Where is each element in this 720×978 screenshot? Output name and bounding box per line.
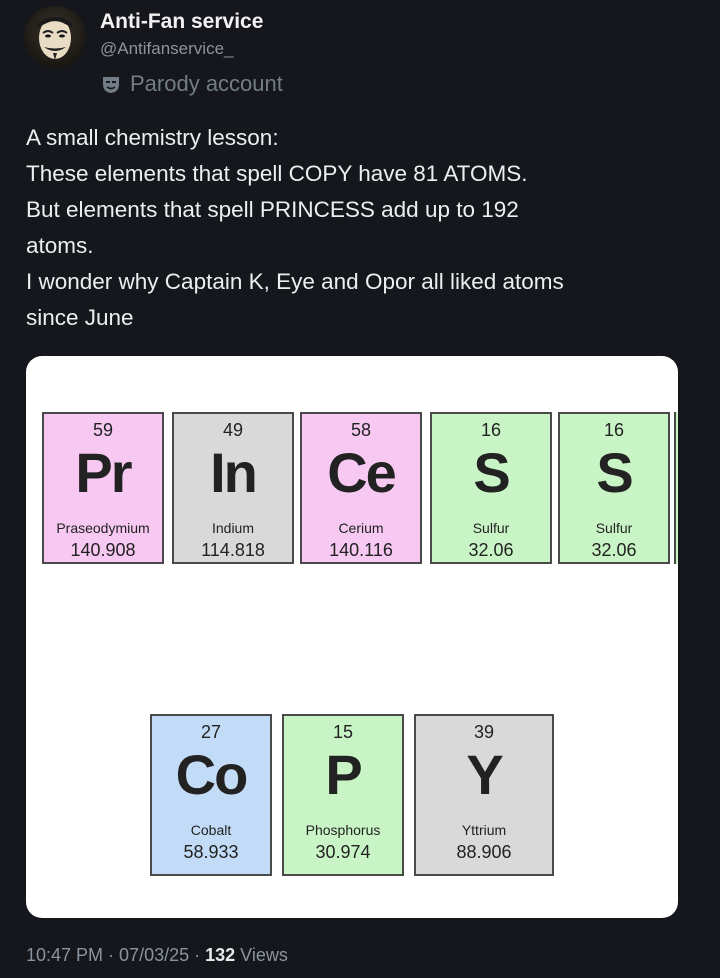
tweet-line: A small chemistry lesson: [26, 125, 279, 150]
element-symbol: S [596, 441, 633, 504]
element-name: Sulfur [595, 520, 633, 536]
element-symbol: P [325, 743, 362, 806]
parody-account-label: Parody account [100, 71, 283, 97]
tweet-line: These elements that spell COPY have 81 A… [26, 161, 528, 186]
element-symbol: Y [466, 743, 503, 806]
parody-label-text: Parody account [130, 71, 283, 96]
atomic-number: 16 [603, 420, 625, 440]
element-tile-sulfur: 16 S Sulfur 32.06 [430, 412, 552, 564]
avatar[interactable] [24, 6, 86, 68]
element-name: Indium [211, 520, 255, 536]
author-handle[interactable]: @Antifanservice_ [100, 39, 234, 59]
element-name: Cerium [338, 520, 384, 536]
tweet-line: atoms. [26, 233, 94, 258]
element-name: Phosphorus [305, 822, 381, 838]
tweet-line: But elements that spell PRINCESS add up … [26, 197, 519, 222]
tweet-line: I wonder why Captain K, Eye and Opor all… [26, 269, 564, 294]
cropped-tile-edge [674, 412, 678, 564]
element-tile-sulfur: 16 S Sulfur 32.06 [558, 412, 670, 564]
timestamp[interactable]: 10:47 PM · 07/03/25 · [26, 945, 205, 965]
atomic-number: 49 [222, 420, 244, 440]
atomic-number: 16 [480, 420, 502, 440]
tweet-text: A small chemistry lesson: These elements… [26, 120, 686, 336]
atomic-mass: 32.06 [591, 540, 637, 560]
element-tile-indium: 49 In Indium 114.818 [172, 412, 294, 564]
atomic-number: 59 [92, 420, 114, 440]
element-tile-cobalt: 27 Co Cobalt 58.933 [150, 714, 272, 876]
element-name: Yttrium [461, 822, 507, 838]
element-symbol: Pr [75, 441, 132, 504]
element-name: Sulfur [472, 520, 510, 536]
element-tile-praseodymium: 59 Pr Praseodymium 140.908 [42, 412, 164, 564]
element-tile-cerium: 58 Ce Cerium 140.116 [300, 412, 422, 564]
views-label: Views [235, 945, 288, 965]
element-name: Praseodymium [56, 520, 150, 536]
atomic-mass: 58.933 [183, 842, 239, 862]
atomic-number: 39 [473, 722, 495, 742]
tweet-media-image[interactable]: 59 Pr Praseodymium 140.908 49 In Indium … [26, 356, 678, 918]
guy-fawkes-mask-icon [36, 17, 74, 60]
element-symbol: Co [175, 743, 249, 806]
atomic-mass: 140.116 [329, 540, 393, 560]
element-tile-yttrium: 39 Y Yttrium 88.906 [414, 714, 554, 876]
atomic-mass: 32.06 [468, 540, 514, 560]
element-tile-phosphorus: 15 P Phosphorus 30.974 [282, 714, 404, 876]
atomic-number: 58 [350, 420, 372, 440]
atomic-number: 15 [332, 722, 354, 742]
atomic-number: 27 [200, 722, 222, 742]
views-count: 132 [205, 945, 236, 965]
atomic-mass: 88.906 [456, 842, 512, 862]
atomic-mass: 140.908 [70, 540, 136, 560]
element-symbol: S [473, 441, 510, 504]
mask-icon [103, 77, 119, 93]
atomic-mass: 30.974 [315, 842, 371, 862]
atomic-mass: 114.818 [201, 540, 265, 560]
element-name: Cobalt [190, 822, 232, 838]
tweet-metadata: 10:47 PM · 07/03/25 · 132 Views [26, 945, 288, 966]
author-display-name[interactable]: Anti-Fan service [100, 10, 263, 34]
element-symbol: Ce [327, 441, 397, 504]
tweet-line: since June [26, 305, 134, 330]
element-symbol: In [210, 441, 258, 504]
